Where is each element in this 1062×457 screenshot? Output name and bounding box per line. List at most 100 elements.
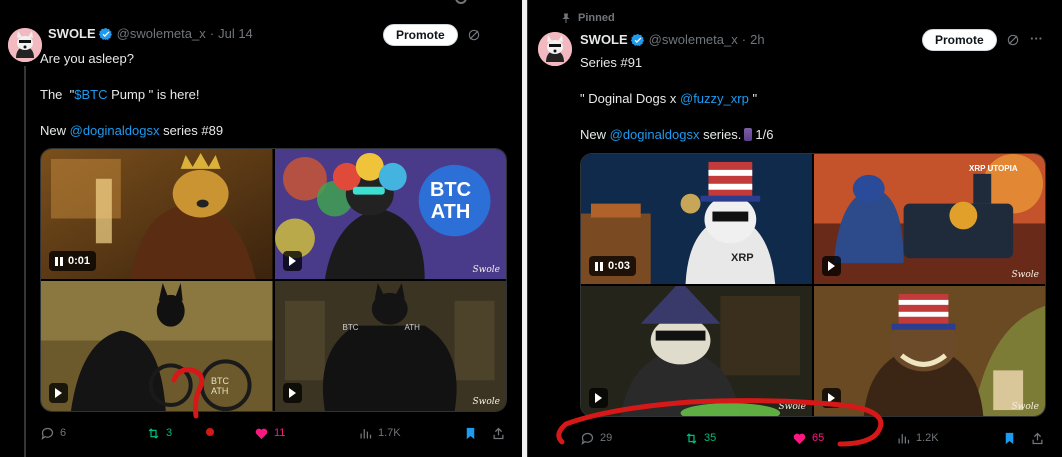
post-text-line-2: " Doginal Dogs x @fuzzy_xrp " xyxy=(580,90,757,107)
author-handle[interactable]: @swolemeta_x xyxy=(649,32,738,47)
video-badge[interactable] xyxy=(282,251,302,271)
reply-button[interactable]: 29 xyxy=(580,431,612,446)
reply-button[interactable]: 6 xyxy=(40,426,66,441)
media-tile-4[interactable]: Swole xyxy=(814,286,1045,416)
btc-ath-bike-text: BTC ATH xyxy=(211,376,229,396)
pause-icon xyxy=(595,261,603,271)
mention-link[interactable]: @fuzzy_xrp xyxy=(680,91,749,106)
grok-icon[interactable] xyxy=(467,28,481,42)
artist-signature: Swole xyxy=(472,397,501,407)
post-header: SWOLE @swolemeta_x · Jul 14 xyxy=(48,26,253,41)
reply-icon xyxy=(581,432,594,445)
like-count: 11 xyxy=(274,427,286,439)
media-tile-1[interactable]: XRP 0:03 xyxy=(581,154,812,284)
verified-badge-icon[interactable] xyxy=(630,33,645,47)
pinned-label: Pinned xyxy=(560,12,615,24)
author-name[interactable]: SWOLE xyxy=(580,32,628,47)
play-icon xyxy=(828,393,835,403)
pause-icon xyxy=(55,256,63,266)
btc-ath-chest-text: BTC ATH xyxy=(343,323,420,333)
left-tweet[interactable]: SWOLE @swolemeta_x · Jul 14 Promote Are … xyxy=(0,0,522,457)
views-icon xyxy=(360,428,372,438)
pinned-text: Pinned xyxy=(578,12,615,24)
overlay-word: ATH xyxy=(404,323,420,332)
author-handle[interactable]: @swolemeta_x xyxy=(117,26,206,41)
wizard-dog-scene xyxy=(581,286,812,416)
cashtag-link[interactable]: $BTC xyxy=(74,87,107,102)
video-badge[interactable] xyxy=(282,383,302,403)
dot-separator: · xyxy=(741,32,747,47)
bookmark-icon xyxy=(1005,432,1014,444)
video-badge[interactable] xyxy=(49,383,68,403)
overlay-line: ATH xyxy=(430,201,471,223)
monster-dog-scene xyxy=(814,286,1045,416)
share-button[interactable] xyxy=(1030,431,1045,446)
post-time[interactable]: Jul 14 xyxy=(218,26,253,41)
text-part: series #89 xyxy=(159,123,224,138)
media-tile-3[interactable]: Swole xyxy=(581,286,812,416)
like-icon xyxy=(255,428,268,439)
author-name[interactable]: SWOLE xyxy=(48,26,96,41)
promote-button[interactable]: Promote xyxy=(383,24,458,46)
views-button[interactable]: 1.2K xyxy=(896,431,939,446)
video-playing-badge[interactable]: 0:03 xyxy=(589,256,637,276)
play-icon xyxy=(288,388,296,398)
bookmark-button[interactable] xyxy=(463,426,478,441)
like-count: 65 xyxy=(812,432,825,444)
post-time[interactable]: 2h xyxy=(750,32,764,47)
xrp-shirt-text: XRP xyxy=(731,252,754,264)
share-icon xyxy=(493,427,504,439)
right-tweet[interactable]: Pinned SWOLE @swolemeta_x · 2h Promote ·… xyxy=(527,0,1062,457)
text-part: series. xyxy=(699,127,742,142)
media-tile-2[interactable]: BTC ATH Swole xyxy=(274,149,506,279)
artist-signature: Swole xyxy=(778,402,807,412)
post-text-line-2: The "$BTC Pump " is here! xyxy=(40,86,200,103)
dog-avatar-icon xyxy=(8,28,42,62)
views-icon xyxy=(898,433,910,443)
play-icon xyxy=(288,256,296,266)
muscle-dog-scene xyxy=(274,281,506,411)
dot-separator: · xyxy=(209,26,215,41)
xrp-utopia-sign: XRP UTOPIA xyxy=(969,164,1018,173)
repost-icon xyxy=(686,432,697,444)
bookmark-icon xyxy=(466,427,475,439)
repost-button[interactable]: 35 xyxy=(684,431,716,446)
play-icon xyxy=(828,261,835,271)
bookmark-button[interactable] xyxy=(1002,431,1017,446)
video-badge[interactable] xyxy=(822,388,841,408)
avatar[interactable] xyxy=(538,32,572,66)
views-count: 1.7K xyxy=(378,427,401,439)
post-text-line-1: Are you asleep? xyxy=(40,51,134,66)
media-tile-4[interactable]: BTC ATH Swole xyxy=(274,281,506,411)
play-icon xyxy=(55,388,62,398)
media-tile-1[interactable]: 0:01 xyxy=(41,149,273,279)
video-badge[interactable] xyxy=(589,388,608,408)
video-badge[interactable] xyxy=(822,256,841,276)
like-button[interactable]: 65 xyxy=(792,431,824,446)
mention-link[interactable]: @doginaldogsx xyxy=(70,123,160,138)
text-part: " Doginal Dogs x xyxy=(580,91,680,106)
verified-badge-icon[interactable] xyxy=(98,27,113,41)
mention-link[interactable]: @doginaldogsx xyxy=(610,127,700,142)
repost-count: 35 xyxy=(704,432,717,444)
text-part: The " xyxy=(40,87,75,102)
views-button[interactable]: 1.7K xyxy=(358,426,401,441)
overlay-word: BTC xyxy=(342,323,359,332)
artist-signature: Swole xyxy=(1011,402,1040,412)
video-playing-badge[interactable]: 0:01 xyxy=(49,251,97,271)
dog-avatar-icon xyxy=(538,32,572,66)
play-icon xyxy=(595,393,602,403)
avatar[interactable] xyxy=(8,28,42,62)
text-part: New xyxy=(40,123,70,138)
video-time: 0:01 xyxy=(68,255,91,267)
more-options-icon[interactable]: ··· xyxy=(1030,30,1043,47)
media-tile-2[interactable]: XRP UTOPIA Swole xyxy=(814,154,1045,284)
media-tile-3[interactable]: BTC ATH xyxy=(41,281,273,411)
overlay-line: ATH xyxy=(211,386,229,396)
repost-button[interactable]: 3 xyxy=(146,426,172,441)
grok-icon[interactable] xyxy=(1006,33,1020,47)
artist-signature: Swole xyxy=(1011,270,1040,280)
promote-button[interactable]: Promote xyxy=(922,29,997,51)
like-button[interactable]: 11 xyxy=(254,426,285,441)
share-button[interactable] xyxy=(491,426,506,441)
